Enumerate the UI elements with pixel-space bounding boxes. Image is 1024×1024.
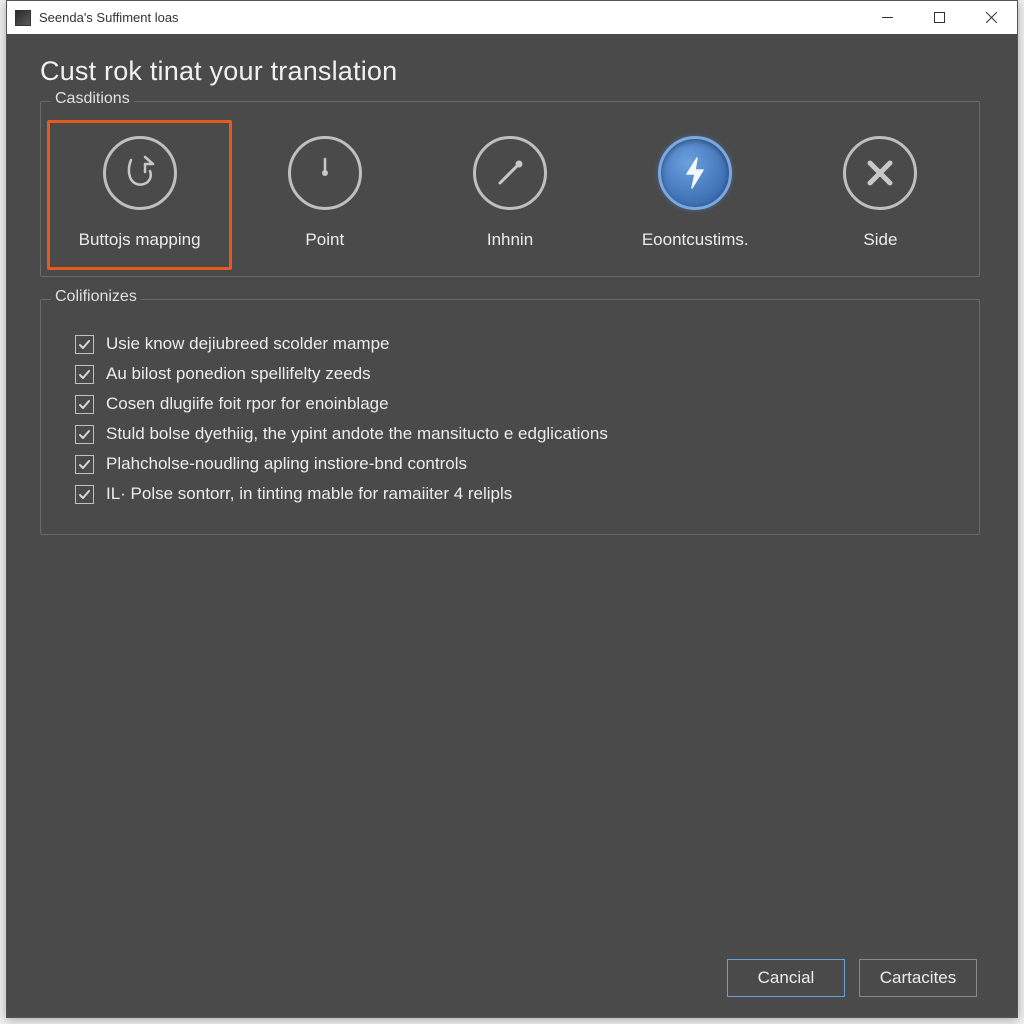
checkbox-3[interactable]: [75, 425, 94, 444]
category-item-3[interactable]: Eoontcustims.: [603, 120, 788, 270]
bolt-icon-ring: [658, 136, 732, 210]
option-label[interactable]: Cosen dlugiife foit rpor for enoinblage: [106, 394, 389, 414]
close-icon: [986, 12, 997, 23]
option-row-2: Cosen dlugiife foit rpor for enoinblage: [75, 394, 963, 414]
check-icon: [78, 398, 91, 411]
maximize-icon: [934, 12, 945, 23]
line-icon: [489, 152, 531, 194]
category-label: Inhnin: [487, 230, 533, 250]
checkbox-0[interactable]: [75, 335, 94, 354]
option-row-0: Usie know dejiubreed scolder mampe: [75, 334, 963, 354]
checkbox-2[interactable]: [75, 395, 94, 414]
titlebar-left: Seenda's Suffiment loas: [15, 10, 179, 26]
options-group: Colifionizes Usie know dejiubreed scolde…: [40, 299, 980, 535]
maximize-button[interactable]: [913, 1, 965, 34]
confirm-button[interactable]: Cartacites: [859, 959, 977, 997]
options-legend: Colifionizes: [51, 288, 141, 306]
check-icon: [78, 488, 91, 501]
main-content: Cust rok tinat your translation Casditio…: [7, 34, 1017, 577]
options-list: Usie know dejiubreed scolder mampe Au bil…: [47, 318, 973, 528]
minimize-icon: [882, 12, 893, 23]
category-item-1[interactable]: Point: [232, 120, 417, 270]
category-item-2[interactable]: Inhnin: [417, 120, 602, 270]
window-title: Seenda's Suffiment loas: [39, 10, 179, 25]
option-row-3: Stuld bolse dyethiig, the ypint andote t…: [75, 424, 963, 444]
check-icon: [78, 428, 91, 441]
clock-icon: [304, 152, 346, 194]
option-row-1: Au bilost ponedion spellifelty zeeds: [75, 364, 963, 384]
checkbox-4[interactable]: [75, 455, 94, 474]
categories-row: Buttojs mapping Point Inhnin Eoontcustims. S…: [47, 120, 973, 270]
dialog-footer: Cancial Cartacites: [727, 959, 977, 997]
pointer-icon: [119, 152, 161, 194]
checkbox-5[interactable]: [75, 485, 94, 504]
category-label: Buttojs mapping: [79, 230, 201, 250]
option-label[interactable]: Usie know dejiubreed scolder mampe: [106, 334, 389, 354]
close-button[interactable]: [965, 1, 1017, 34]
check-icon: [78, 458, 91, 471]
titlebar: Seenda's Suffiment loas: [7, 1, 1017, 34]
category-item-0[interactable]: Buttojs mapping: [47, 120, 232, 270]
line-icon-ring: [473, 136, 547, 210]
checkbox-1[interactable]: [75, 365, 94, 384]
option-label[interactable]: Stuld bolse dyethiig, the ypint andote t…: [106, 424, 608, 444]
category-label: Point: [305, 230, 344, 250]
pointer-icon-ring: [103, 136, 177, 210]
cross-icon: [860, 153, 900, 193]
categories-legend: Casditions: [51, 90, 134, 108]
option-row-4: Plahcholse-noudling apling instiore-bnd …: [75, 454, 963, 474]
category-label: Side: [863, 230, 897, 250]
option-row-5: IL· Polse sontorr, in tinting mable for …: [75, 484, 963, 504]
check-icon: [78, 368, 91, 381]
check-icon: [78, 338, 91, 351]
bolt-icon: [676, 154, 714, 192]
minimize-button[interactable]: [861, 1, 913, 34]
option-label[interactable]: Au bilost ponedion spellifelty zeeds: [106, 364, 371, 384]
categories-group: Casditions Buttojs mappingPointInhninEoo…: [40, 101, 980, 277]
cross-icon-ring: [843, 136, 917, 210]
app-icon: [15, 10, 31, 26]
app-window: Seenda's Suffiment loas Cust rok tinat y…: [6, 0, 1018, 1018]
category-label: Eoontcustims.: [642, 230, 749, 250]
category-item-4[interactable]: Side: [788, 120, 973, 270]
cancel-button[interactable]: Cancial: [727, 959, 845, 997]
option-label[interactable]: IL· Polse sontorr, in tinting mable for …: [106, 484, 512, 504]
page-title: Cust rok tinat your translation: [40, 56, 980, 87]
clock-icon-ring: [288, 136, 362, 210]
option-label[interactable]: Plahcholse-noudling apling instiore-bnd …: [106, 454, 467, 474]
window-controls: [861, 1, 1017, 34]
